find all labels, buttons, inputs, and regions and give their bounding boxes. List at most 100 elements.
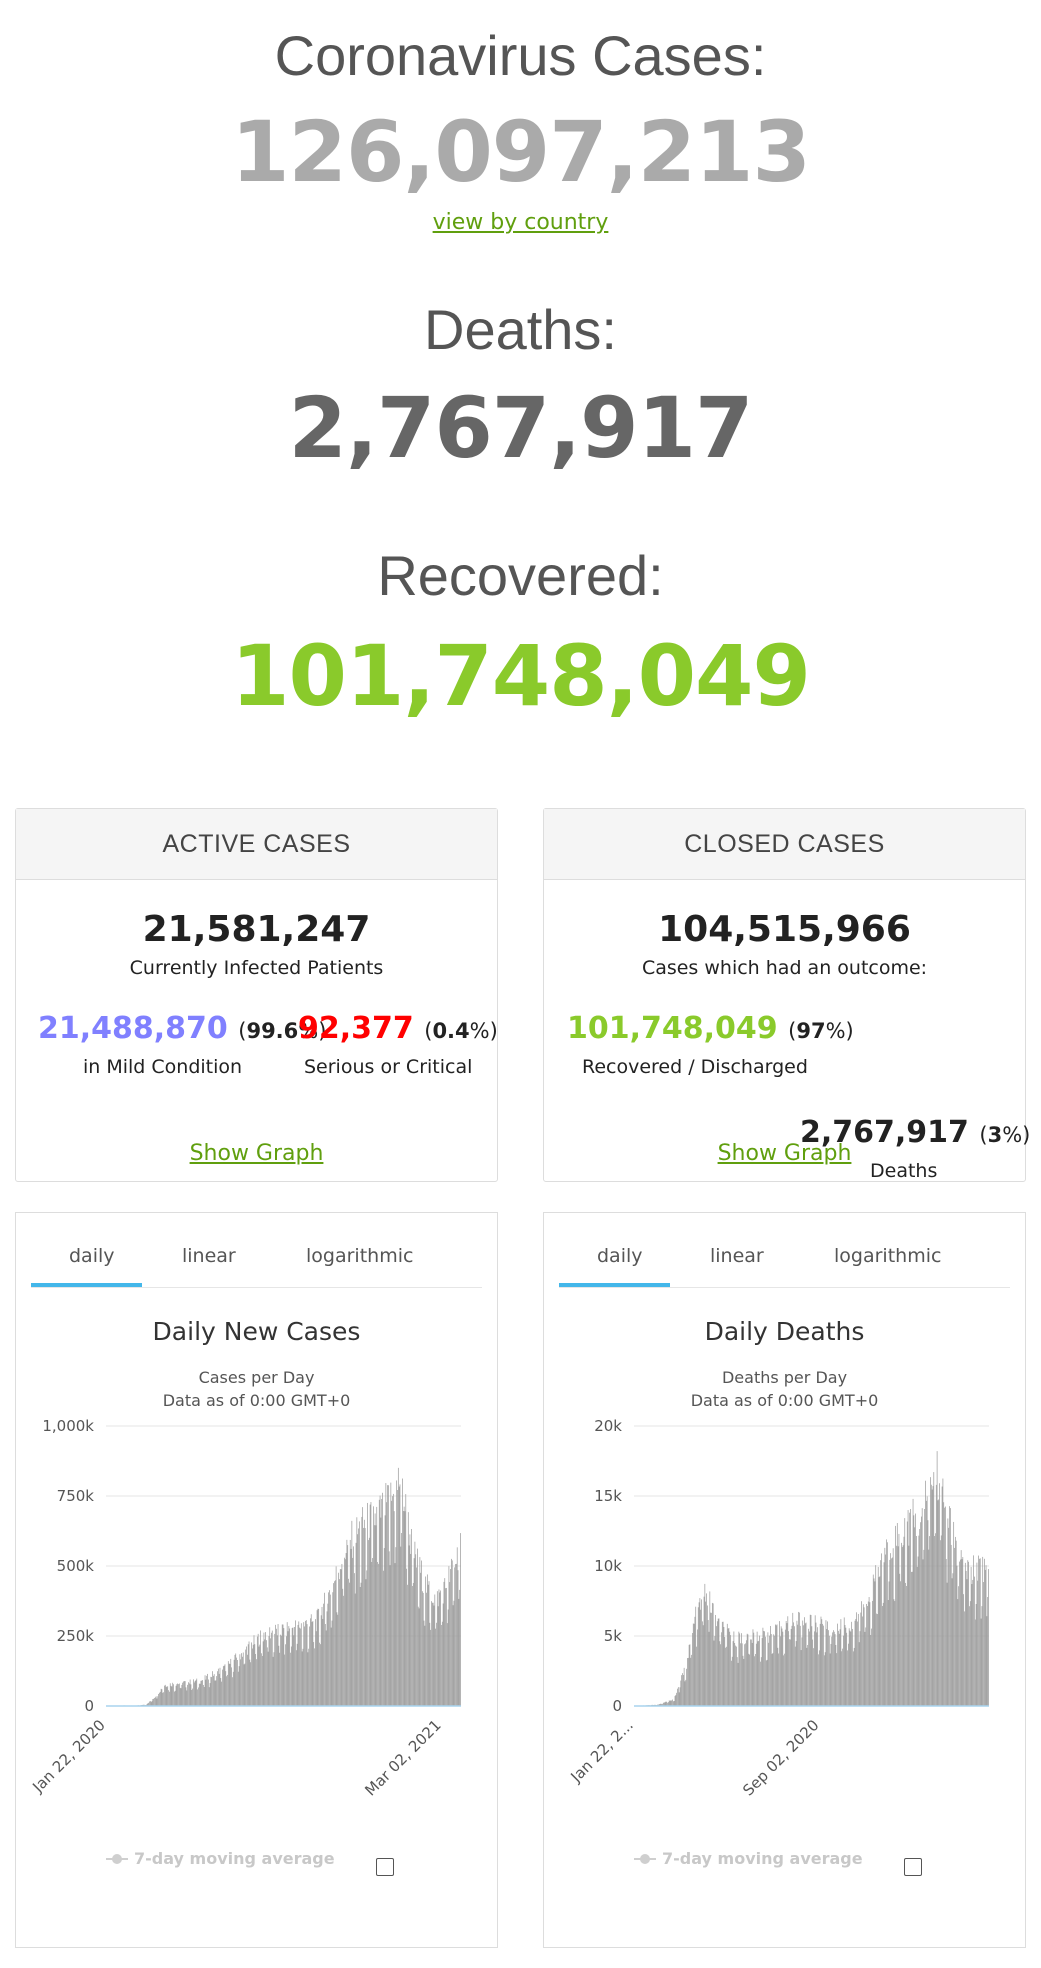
bar — [336, 1612, 338, 1706]
bar — [457, 1570, 459, 1706]
bar — [880, 1560, 882, 1706]
bar — [919, 1529, 921, 1706]
bar — [724, 1637, 726, 1706]
bar — [832, 1632, 833, 1706]
bar — [206, 1675, 208, 1706]
bar — [672, 1699, 673, 1706]
moving-average-checkbox[interactable] — [904, 1858, 922, 1876]
bar — [727, 1628, 729, 1706]
bar — [291, 1628, 293, 1706]
bar — [872, 1574, 874, 1706]
bar — [947, 1518, 949, 1706]
bar — [875, 1565, 877, 1706]
bar — [349, 1539, 351, 1706]
bar — [448, 1566, 450, 1706]
bar — [363, 1527, 364, 1706]
bar — [954, 1547, 955, 1706]
bar — [863, 1607, 865, 1706]
bar — [299, 1627, 300, 1706]
moving-average-checkbox[interactable] — [376, 1858, 394, 1876]
active-show-graph-link[interactable]: Show Graph — [16, 1141, 497, 1166]
bar — [704, 1583, 706, 1706]
bar — [344, 1559, 346, 1706]
bar — [844, 1625, 846, 1706]
bar — [745, 1643, 746, 1706]
bar — [233, 1659, 235, 1706]
bar — [318, 1608, 320, 1706]
bar — [805, 1622, 807, 1706]
bar — [289, 1628, 291, 1706]
bar — [264, 1639, 266, 1706]
bar — [388, 1485, 389, 1706]
bar — [865, 1627, 867, 1706]
bar — [963, 1594, 964, 1706]
bar — [356, 1517, 358, 1706]
bar — [935, 1533, 936, 1706]
moving-average-legend[interactable]: 7-day moving average — [662, 1849, 863, 1868]
bar — [245, 1649, 247, 1706]
bar — [239, 1654, 241, 1706]
bar — [330, 1627, 332, 1706]
bar — [784, 1629, 786, 1706]
bar — [723, 1626, 725, 1706]
bar — [975, 1604, 977, 1706]
view-by-country-link[interactable]: view by country — [433, 210, 609, 235]
bar — [882, 1602, 884, 1706]
mild-condition-label: in Mild Condition — [83, 1056, 243, 1078]
bar — [409, 1534, 411, 1706]
bar — [321, 1606, 323, 1706]
bar — [298, 1621, 300, 1706]
bar — [400, 1546, 402, 1706]
bar — [391, 1500, 393, 1706]
bar — [959, 1559, 961, 1706]
bar — [159, 1692, 160, 1706]
bar — [868, 1597, 870, 1706]
bar — [251, 1648, 253, 1706]
daily-deaths-panel: daily linear logarithmic Daily Deaths De… — [543, 1212, 1026, 1948]
bar — [829, 1653, 831, 1706]
bar — [812, 1639, 814, 1706]
bar — [939, 1483, 940, 1706]
bar — [285, 1644, 286, 1706]
x-tick-label: Jan 22, 2... — [567, 1716, 637, 1786]
bar — [164, 1684, 166, 1706]
bar — [848, 1628, 850, 1706]
bar — [419, 1557, 421, 1706]
bar — [942, 1478, 944, 1706]
recovered-percent: (97%) — [788, 1019, 854, 1043]
bar — [778, 1653, 780, 1706]
bar — [410, 1553, 412, 1706]
bar — [689, 1644, 691, 1706]
bar — [965, 1570, 967, 1706]
bar — [940, 1535, 942, 1706]
bar — [756, 1631, 758, 1706]
bar — [417, 1548, 418, 1706]
bar — [172, 1682, 174, 1706]
bar — [879, 1576, 881, 1706]
bar — [686, 1668, 687, 1706]
moving-average-legend[interactable]: 7-day moving average — [134, 1849, 335, 1868]
deaths-count: 2,767,917 — [288, 379, 754, 477]
bar — [213, 1675, 214, 1706]
bar — [885, 1554, 887, 1706]
bar — [683, 1667, 685, 1706]
bar — [945, 1559, 947, 1706]
bar — [326, 1611, 328, 1706]
bar — [933, 1472, 935, 1706]
bar — [750, 1639, 751, 1706]
bar — [213, 1674, 215, 1706]
bar — [695, 1606, 697, 1706]
bar — [887, 1599, 889, 1706]
bar — [459, 1589, 461, 1706]
bar — [303, 1622, 305, 1706]
bar — [221, 1681, 222, 1706]
bar — [378, 1563, 379, 1706]
bar — [347, 1545, 349, 1706]
bar — [385, 1483, 387, 1706]
bar — [920, 1522, 921, 1706]
bar — [154, 1697, 155, 1706]
bar — [395, 1547, 397, 1706]
bar — [739, 1633, 741, 1706]
bar — [730, 1635, 731, 1706]
bar — [216, 1676, 218, 1706]
